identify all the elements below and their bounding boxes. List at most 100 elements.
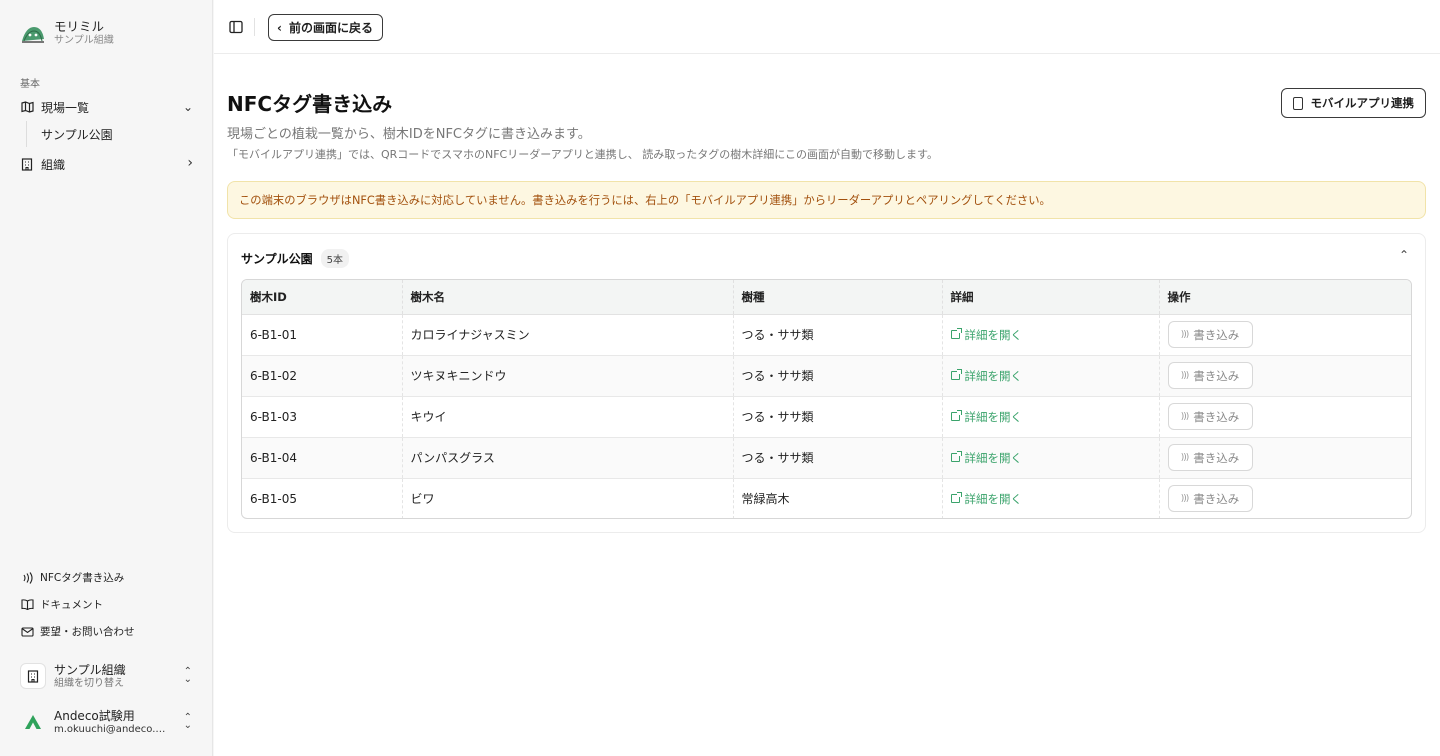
tree-id: 6-B1-03 <box>242 396 403 438</box>
alert-text: この端末のブラウザはNFC書き込みに対応していません。書き込みを行うには、右上の… <box>239 194 1051 207</box>
column-header: 樹種 <box>733 280 943 315</box>
sidebar-toggle-icon[interactable] <box>228 19 244 35</box>
chevron-left-icon: ‹ <box>277 20 282 35</box>
tree-name: ビワ <box>402 478 734 518</box>
write-button[interactable]: ))) 書き込み <box>1167 485 1253 513</box>
open-detail-link[interactable]: 詳細を開く <box>950 450 1023 466</box>
open-detail-link[interactable]: 詳細を開く <box>950 368 1023 384</box>
card-header[interactable]: サンプル公園 5本 <box>241 249 350 268</box>
open-detail-label: 詳細を開く <box>964 450 1023 465</box>
write-button-label: 書き込み <box>1193 368 1240 383</box>
open-detail-label: 詳細を開く <box>964 368 1023 383</box>
map-icon <box>20 100 34 114</box>
sidebar-subitem-park[interactable]: サンプル公園 <box>41 126 113 143</box>
section-label: 基本 <box>20 79 40 90</box>
sidebar-item-label: 組織 <box>41 157 66 172</box>
chevron-right-icon[interactable]: › <box>187 155 193 171</box>
back-button[interactable]: ‹ 前の画面に戻る <box>268 14 383 41</box>
open-detail-link[interactable]: 詳細を開く <box>950 491 1022 507</box>
nfc-icon <box>20 571 34 585</box>
write-button-label: 書き込み <box>1193 450 1240 465</box>
chevron-down-icon[interactable]: ⌄ <box>183 100 193 114</box>
column-header: 詳細 <box>942 280 1160 315</box>
org-avatar <box>20 663 46 689</box>
tree-species: つる・ササ類 <box>733 437 943 479</box>
count-badge: 5本 <box>320 249 350 268</box>
nfc-icon: ))) <box>1180 329 1189 340</box>
user-name: Andeco試験用 <box>54 708 135 723</box>
user-switcher[interactable]: Andeco試験用 m.okuuchi@andeco.… ⌃ ⌄ <box>20 705 198 739</box>
nfc-icon: ))) <box>1180 493 1189 504</box>
site-card: サンプル公園 5本 ⌃ 樹木ID 樹木名 樹種 詳細 操作 6-B1-01 カロ… <box>227 233 1426 533</box>
mobile-app-link-label: モバイルアプリ連携 <box>1310 96 1415 110</box>
building-icon <box>20 157 34 171</box>
tree-species: つる・ササ類 <box>733 314 943 356</box>
column-header: 操作 <box>1159 280 1411 315</box>
user-avatar <box>20 709 46 735</box>
page-note: 「モバイルアプリ連携」では、QRコードでスマホのNFCリーダーアプリと連携し、 … <box>227 148 938 161</box>
chevron-updown-icon: ⌃ ⌄ <box>183 712 192 731</box>
footer-item-nfc[interactable]: NFCタグ書き込み <box>20 570 124 585</box>
open-detail-link[interactable]: 詳細を開く <box>950 409 1022 425</box>
column-header: 樹木名 <box>402 280 734 315</box>
write-button[interactable]: ))) 書き込み <box>1167 362 1253 389</box>
tree-species: 常緑高木 <box>733 478 943 518</box>
external-link-icon <box>950 410 962 421</box>
tree-name: キウイ <box>402 396 734 438</box>
open-detail-link[interactable]: 詳細を開く <box>950 327 1022 343</box>
footer-item-label: 要望・お問い合わせ <box>40 626 135 638</box>
table-header-row: 樹木ID 樹木名 樹種 詳細 操作 <box>242 280 1411 315</box>
org-name: サンプル組織 <box>54 662 126 677</box>
sidebar-item-label: 現場一覧 <box>41 100 90 115</box>
write-button-label: 書き込み <box>1193 491 1240 506</box>
tree-table: 樹木ID 樹木名 樹種 詳細 操作 6-B1-01 カロライナジャスミン つる・… <box>241 279 1412 519</box>
footer-item-label: NFCタグ書き込み <box>40 572 125 584</box>
sub-nav-line <box>26 121 27 147</box>
brand-org: サンプル組織 <box>54 35 114 46</box>
brand-logo-icon <box>22 26 44 43</box>
brand[interactable]: モリミル サンプル組織 <box>20 20 114 47</box>
tree-name: パンパスグラス <box>402 437 734 479</box>
nfc-icon: ))) <box>1180 370 1189 381</box>
tree-species: つる・ササ類 <box>733 355 943 397</box>
sidebar-item-sites[interactable]: 現場一覧 ⌄ <box>20 96 195 118</box>
sidebar-item-org[interactable]: 組織 › <box>20 153 195 175</box>
table-row: 6-B1-03 キウイ つる・ササ類 詳細を開く ))) 書き込み <box>242 396 1411 438</box>
footer-item-docs[interactable]: ドキュメント <box>20 597 103 612</box>
external-link-icon <box>950 369 962 380</box>
tree-id: 6-B1-05 <box>242 478 403 518</box>
user-email: m.okuuchi@andeco.… <box>54 723 166 735</box>
footer-item-label: ドキュメント <box>40 599 103 611</box>
tree-name: ツキヌキニンドウ <box>402 355 734 397</box>
mail-icon <box>20 625 34 639</box>
topbar: ‹ 前の画面に戻る <box>214 0 1440 54</box>
write-button[interactable]: ))) 書き込み <box>1167 321 1253 348</box>
external-link-icon <box>950 451 962 462</box>
org-switch-hint: 組織を切り替え <box>54 677 124 689</box>
tree-id: 6-B1-04 <box>242 437 403 479</box>
book-icon <box>20 598 34 612</box>
table-row: 6-B1-01 カロライナジャスミン つる・ササ類 詳細を開く ))) 書き込み <box>242 314 1411 356</box>
table-row: 6-B1-04 パンパスグラス つる・ササ類 詳細を開く ))) 書き込み <box>242 437 1411 479</box>
write-button[interactable]: ))) 書き込み <box>1167 444 1253 471</box>
tree-id: 6-B1-02 <box>242 355 403 397</box>
nfc-unsupported-alert: この端末のブラウザはNFC書き込みに対応していません。書き込みを行うには、右上の… <box>227 181 1426 219</box>
back-button-label: 前の画面に戻る <box>288 21 373 35</box>
user-logo-icon <box>25 715 41 729</box>
table-row: 6-B1-05 ビワ 常緑高木 詳細を開く ))) 書き込み <box>242 478 1411 518</box>
chevron-updown-icon: ⌃ ⌄ <box>183 666 192 685</box>
mobile-app-link-button[interactable]: モバイルアプリ連携 <box>1280 88 1426 118</box>
write-button-label: 書き込み <box>1193 327 1240 342</box>
external-link-icon <box>950 492 962 504</box>
write-button[interactable]: ))) 書き込み <box>1167 403 1253 430</box>
brand-name: モリミル <box>54 19 105 34</box>
footer-item-contact[interactable]: 要望・お問い合わせ <box>20 624 135 639</box>
smartphone-icon <box>1292 96 1303 110</box>
column-header: 樹木ID <box>242 280 403 315</box>
write-button-label: 書き込み <box>1193 409 1240 424</box>
nfc-icon: ))) <box>1180 411 1189 422</box>
card-title: サンプル公園 <box>241 252 313 266</box>
org-switcher[interactable]: サンプル組織 組織を切り替え ⌃ ⌄ <box>20 659 198 693</box>
page-title: NFCタグ書き込み <box>227 92 393 116</box>
chevron-up-icon[interactable]: ⌃ <box>1399 248 1409 262</box>
